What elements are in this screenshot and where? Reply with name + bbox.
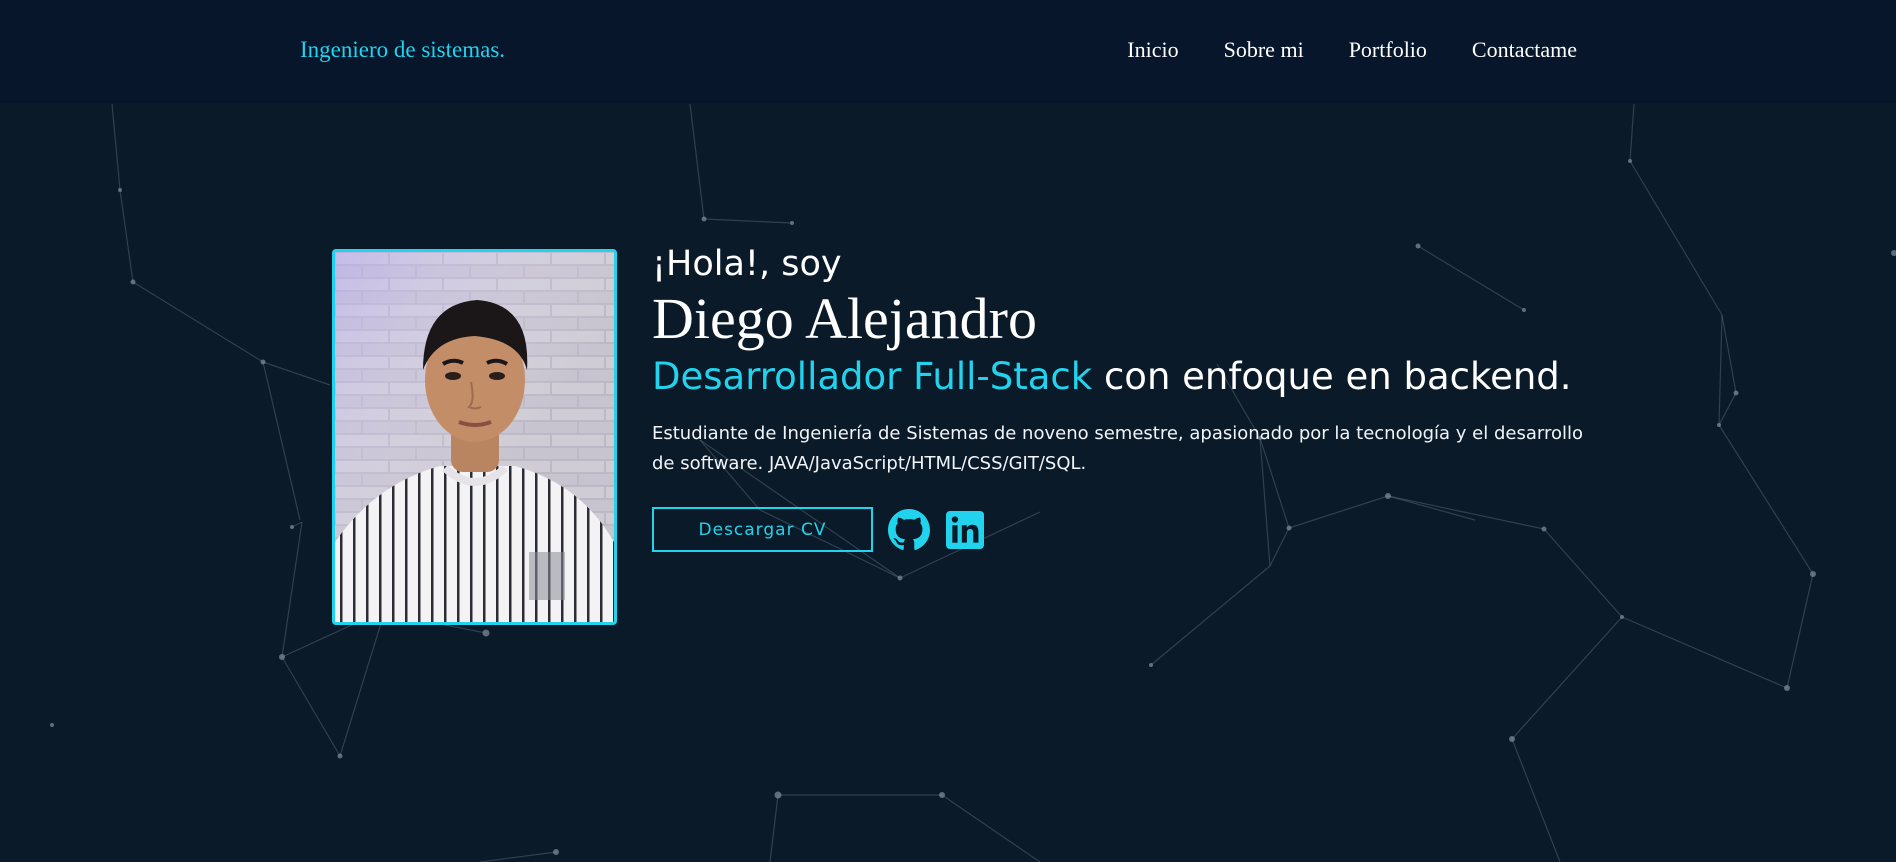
- nav-links: Inicio Sobre mi Portfolio Contactame: [1127, 37, 1577, 63]
- github-link[interactable]: [888, 508, 930, 551]
- nav-link-portfolio[interactable]: Portfolio: [1349, 37, 1427, 63]
- hero-section: ¡Hola!, soy Diego Alejandro Desarrollado…: [0, 103, 1896, 862]
- linkedin-icon: [946, 510, 984, 549]
- profile-photo: [332, 249, 617, 625]
- nav-link-inicio[interactable]: Inicio: [1127, 37, 1178, 63]
- role-highlight: Desarrollador Full-Stack: [652, 355, 1093, 398]
- linkedin-link[interactable]: [944, 509, 986, 551]
- hero-text: ¡Hola!, soy Diego Alejandro Desarrollado…: [652, 243, 1592, 552]
- hero-bio: Estudiante de Ingeniería de Sistemas de …: [652, 423, 1583, 474]
- github-icon: [888, 508, 930, 550]
- navbar: Ingeniero de sistemas. Inicio Sobre mi P…: [0, 0, 1896, 103]
- nav-link-sobre-mi[interactable]: Sobre mi: [1224, 37, 1304, 63]
- hero-role: Desarrollador Full-Stack con enfoque en …: [652, 357, 1592, 397]
- role-rest: con enfoque en backend.: [1092, 355, 1572, 398]
- brand-logo-link[interactable]: Ingeniero de sistemas.: [300, 37, 505, 63]
- download-cv-button[interactable]: Descargar CV: [652, 507, 873, 552]
- greeting: ¡Hola!, soy: [652, 244, 842, 284]
- hero-name: Diego Alejandro: [652, 286, 1037, 351]
- nav-link-contactame[interactable]: Contactame: [1472, 37, 1577, 63]
- hero-actions: Descargar CV: [652, 507, 1592, 552]
